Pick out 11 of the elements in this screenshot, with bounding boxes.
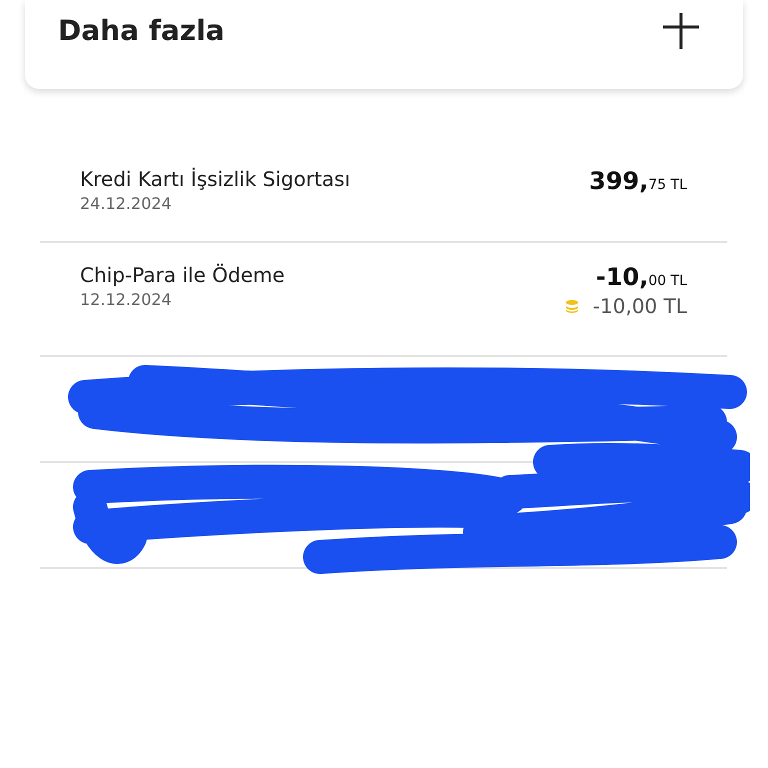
transaction-amount: 399,75 TL	[589, 167, 687, 195]
transaction-amount: -10,00 TL	[596, 263, 687, 291]
transaction-title: Chip-Para ile Ödeme	[80, 263, 285, 287]
transaction-date: 12.12.2024	[80, 290, 172, 309]
chip-para-amount: -10,00 TL	[592, 294, 687, 318]
plus-icon[interactable]	[661, 10, 701, 50]
coins-icon	[564, 299, 579, 313]
transaction-title: Kredi Kartı İşsizlik Sigortası	[80, 167, 350, 191]
card-title: Daha fazla	[58, 14, 225, 47]
transaction-date: 24.12.2024	[80, 194, 172, 213]
more-card[interactable]: Daha fazla	[25, 0, 743, 89]
